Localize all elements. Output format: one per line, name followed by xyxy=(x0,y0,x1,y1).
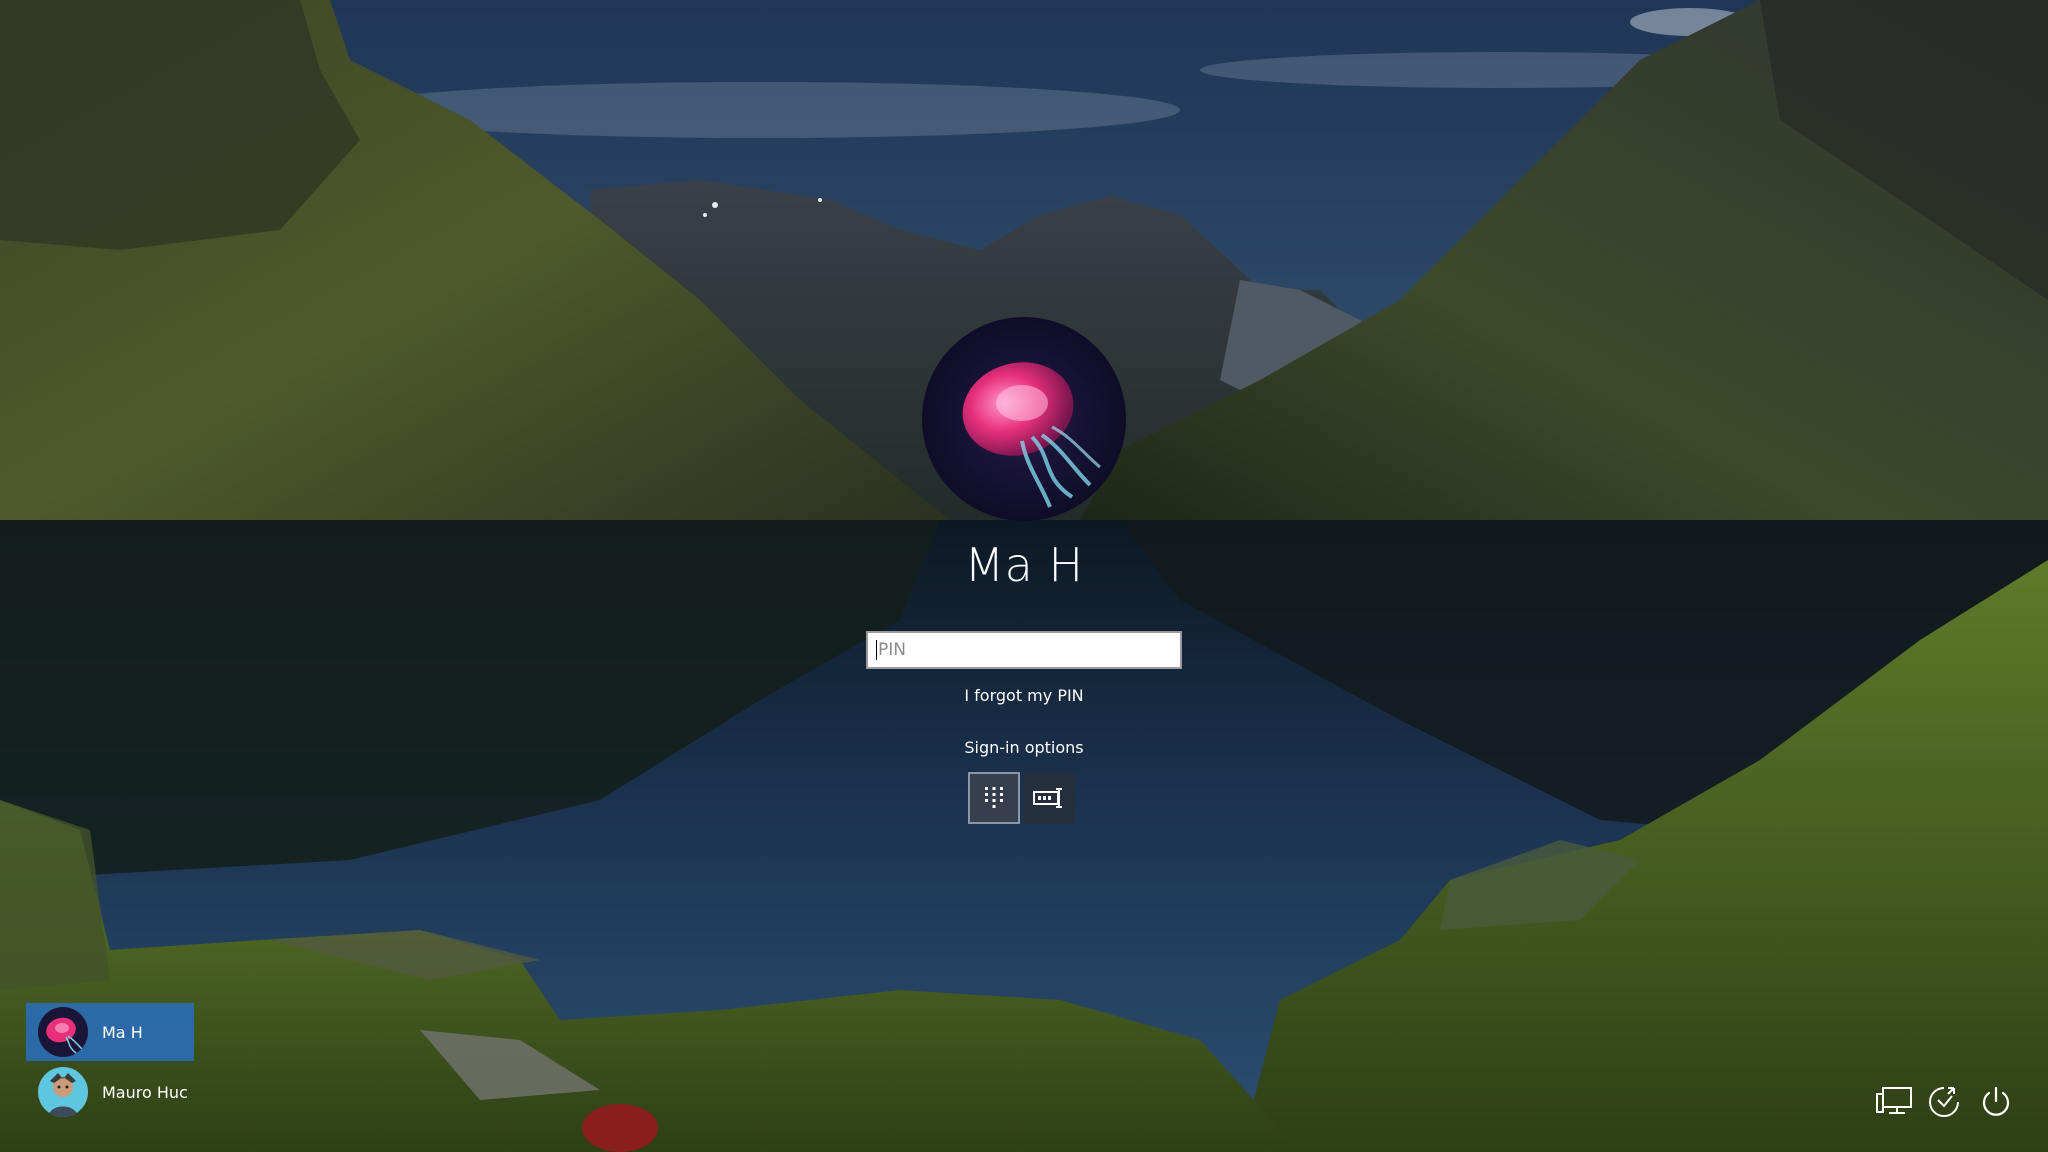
pin-signin-option-button[interactable] xyxy=(968,772,1020,824)
user-list-item-label: Ma H xyxy=(102,1022,143,1042)
user-avatar-large xyxy=(922,317,1126,521)
ease-of-access-button[interactable] xyxy=(1922,1080,1966,1124)
user-list-item-ma-h[interactable]: Ma H xyxy=(26,1003,194,1061)
pin-input[interactable] xyxy=(866,631,1182,669)
text-caret xyxy=(876,640,877,660)
pin-keypad-icon xyxy=(985,787,1003,808)
power-icon xyxy=(1982,1086,2010,1116)
ease-of-access-icon xyxy=(1929,1087,1959,1117)
signin-options-link[interactable]: Sign-in options xyxy=(0,738,2048,757)
jellyfish-avatar-icon xyxy=(922,317,1126,521)
network-icon xyxy=(1876,1087,1912,1114)
character-avatar-icon xyxy=(38,1067,88,1117)
password-signin-option-button[interactable] xyxy=(1023,772,1075,824)
lock-screen: Ma H I forgot my PIN Sign-in options Ma … xyxy=(0,0,2048,1152)
jellyfish-avatar-icon xyxy=(38,1007,88,1057)
user-list-item-label: Mauro Huc xyxy=(102,1082,188,1102)
user-list-item-mauro-huc[interactable]: Mauro Huc xyxy=(26,1063,194,1121)
forgot-pin-link[interactable]: I forgot my PIN xyxy=(0,686,2048,705)
network-button[interactable] xyxy=(1872,1080,1916,1124)
user-name: Ma H xyxy=(964,538,1084,592)
password-key-icon xyxy=(1033,788,1062,808)
power-button[interactable] xyxy=(1974,1080,2018,1124)
